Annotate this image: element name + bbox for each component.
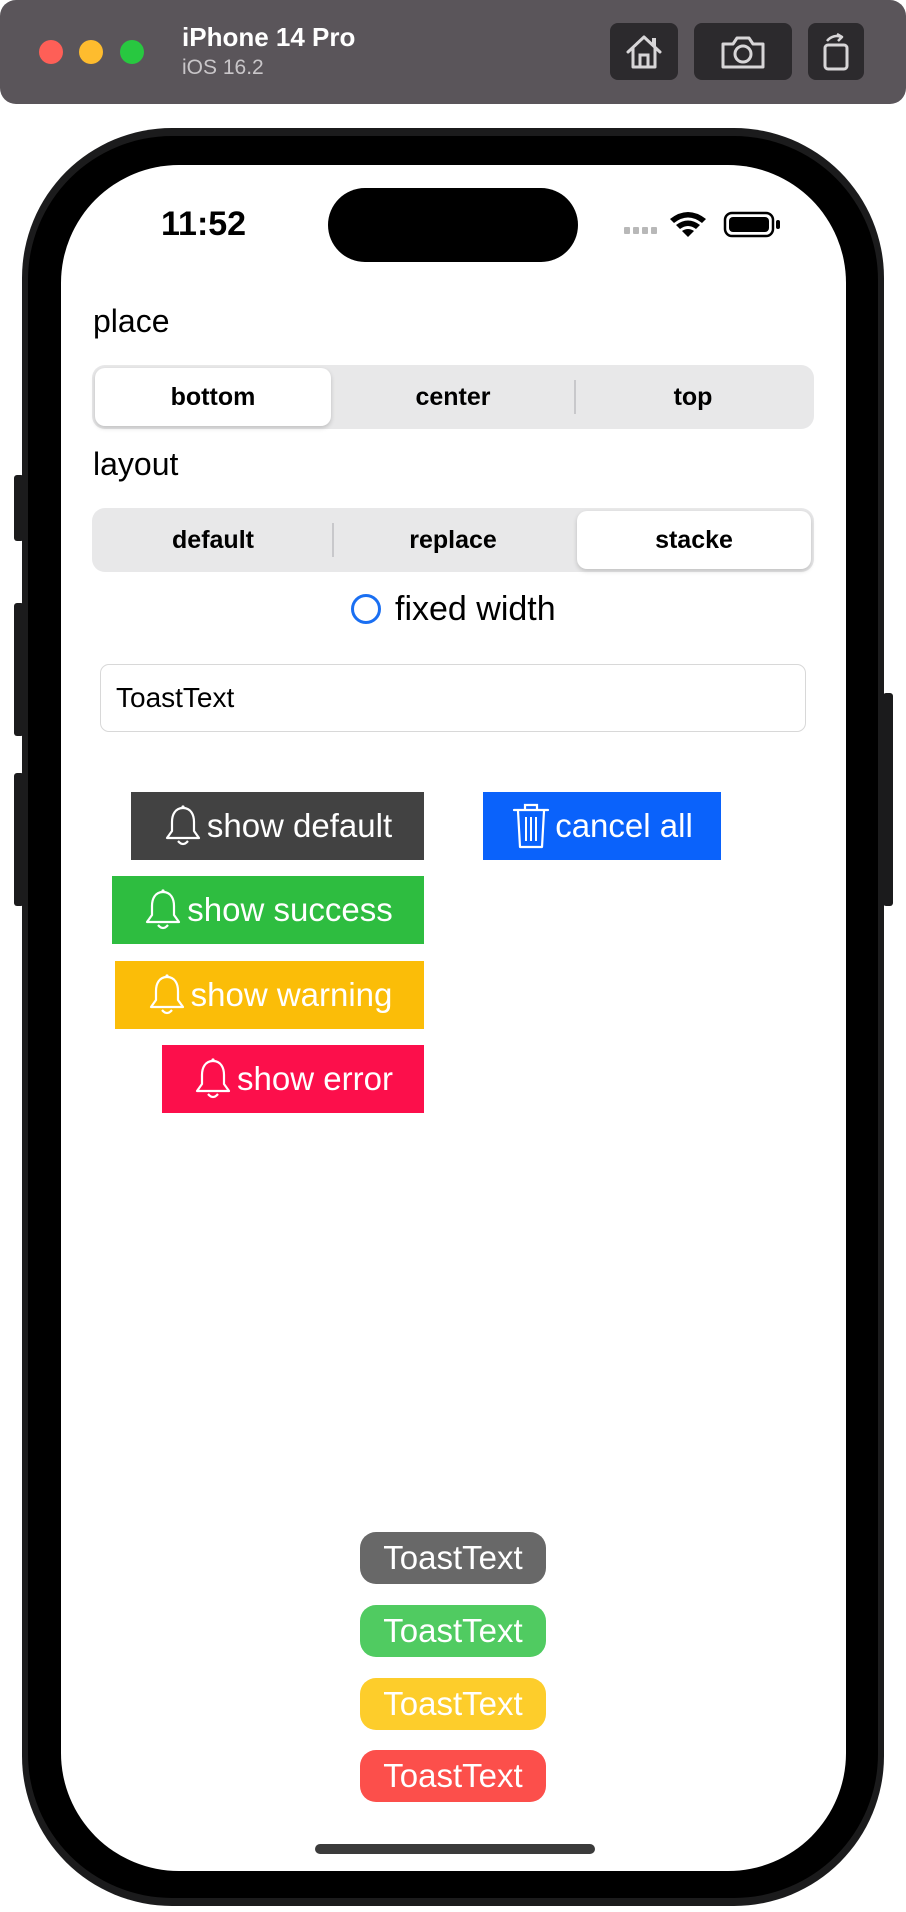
toast-warning[interactable]: ToastText [360,1678,546,1730]
fixed-width-label: fixed width [395,589,556,628]
rotate-button[interactable] [808,23,864,80]
volume-up-button [14,603,24,736]
power-button [883,693,893,906]
show-error-label: show error [237,1060,393,1097]
phone-screen: 11:52 place bottom center top layout def… [61,165,846,1871]
screenshot-button[interactable] [694,23,792,80]
bell-icon [165,805,200,846]
bell-icon [195,1058,231,1099]
battery-icon [723,211,780,238]
show-default-label: show default [206,807,393,844]
show-warning-label: show warning [190,976,393,1013]
show-warning-button[interactable]: show warning [115,961,424,1029]
show-success-label: show success [187,891,393,928]
cancel-all-label: cancel all [555,807,693,844]
fixed-width-radio[interactable] [351,594,381,624]
layout-option-stacke[interactable]: stacke [577,511,811,569]
rotate-icon [823,32,849,70]
wifi-icon [670,212,706,237]
place-option-top[interactable]: top [575,368,811,426]
home-button[interactable] [610,23,678,80]
place-segmented-control: bottom center top [92,365,814,429]
device-name: iPhone 14 Pro [182,22,356,52]
layout-option-replace[interactable]: replace [333,511,573,569]
toast-success[interactable]: ToastText [360,1605,546,1657]
layout-label: layout [93,446,179,482]
volume-down-button [14,773,24,906]
place-option-center[interactable]: center [333,368,573,426]
trash-icon [513,803,550,849]
toast-text-input[interactable] [100,664,806,732]
zoom-window-button[interactable] [120,40,144,64]
screenshot-icon [721,36,765,68]
os-version: iOS 16.2 [182,56,264,79]
place-option-bottom[interactable]: bottom [95,368,331,426]
show-success-button[interactable]: show success [112,876,424,944]
layout-option-default[interactable]: default [95,511,331,569]
status-icons [624,211,780,238]
show-error-button[interactable]: show error [162,1045,424,1113]
place-label: place [93,303,170,339]
layout-segmented-control: default replace stacke [92,508,814,572]
status-time: 11:52 [161,205,247,243]
simulator-title-bar: iPhone 14 Pro iOS 16.2 [0,0,906,104]
cellular-icon [624,227,657,234]
minimize-window-button[interactable] [79,40,103,64]
close-window-button[interactable] [39,40,63,64]
cancel-all-button[interactable]: cancel all [483,792,721,860]
home-indicator[interactable] [315,1844,595,1854]
show-default-button[interactable]: show default [131,792,424,860]
home-icon [626,35,662,68]
toast-error[interactable]: ToastText [360,1750,546,1802]
bell-icon [146,889,181,930]
bell-icon [149,974,184,1015]
toast-default[interactable]: ToastText [360,1532,546,1584]
silent-switch [14,475,24,541]
fixed-width-option[interactable]: fixed width [351,589,556,629]
dynamic-island [328,188,578,262]
